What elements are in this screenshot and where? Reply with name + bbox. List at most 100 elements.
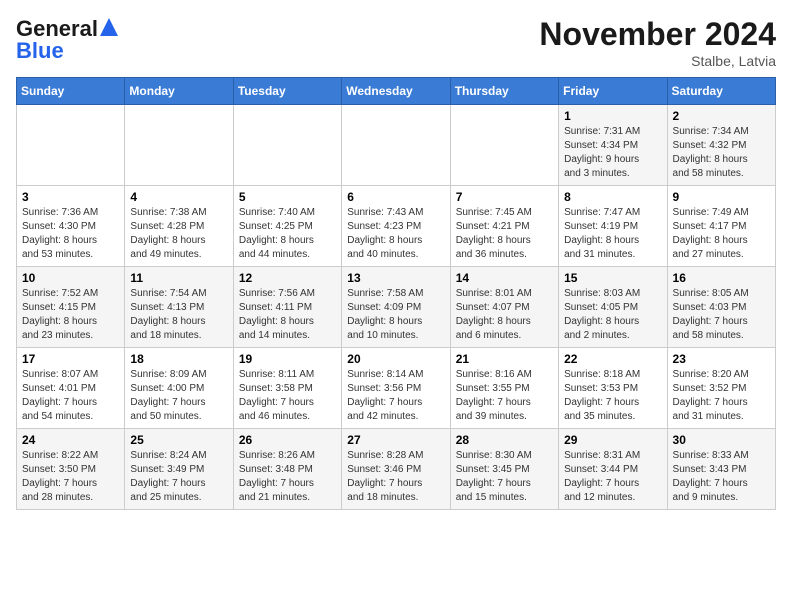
day-info: Sunrise: 8:03 AM Sunset: 4:05 PM Dayligh… xyxy=(564,287,661,343)
day-number: 8 xyxy=(564,190,661,204)
month-title: November 2024 xyxy=(539,16,776,53)
day-info: Sunrise: 8:24 AM Sunset: 3:49 PM Dayligh… xyxy=(130,449,227,505)
weekday-header-tuesday: Tuesday xyxy=(233,78,341,105)
day-number: 23 xyxy=(673,352,770,366)
calendar-day-15: 15 Sunrise: 8:03 AM Sunset: 4:05 PM Dayli… xyxy=(559,267,667,348)
day-info: Sunrise: 8:09 AM Sunset: 4:00 PM Dayligh… xyxy=(130,368,227,424)
calendar-day-12: 12 Sunrise: 7:56 AM Sunset: 4:11 PM Dayli… xyxy=(233,267,341,348)
page-header: General Blue November 2024 Stalbe, Latvi… xyxy=(16,16,776,69)
day-number: 17 xyxy=(22,352,119,366)
calendar-week-row: 17Sunrise: 8:07 AM Sunset: 4:01 PM Dayli… xyxy=(17,348,776,429)
weekday-header-saturday: Saturday xyxy=(667,78,775,105)
calendar-day-21: 21Sunrise: 8:16 AM Sunset: 3:55 PM Dayli… xyxy=(450,348,558,429)
day-number: 3 xyxy=(22,190,119,204)
calendar-day-10: 10Sunrise: 7:52 AM Sunset: 4:15 PM Dayli… xyxy=(17,267,125,348)
day-info: Sunrise: 8:14 AM Sunset: 3:56 PM Dayligh… xyxy=(347,368,444,424)
day-number: 14 xyxy=(456,271,553,285)
day-info: Sunrise: 7:31 AM Sunset: 4:34 PM Dayligh… xyxy=(564,125,661,181)
day-number: 5 xyxy=(239,190,336,204)
calendar-day-1: 1 Sunrise: 7:31 AM Sunset: 4:34 PM Daylig… xyxy=(559,105,667,186)
day-number: 2 xyxy=(673,109,770,123)
calendar-day-9: 9 Sunrise: 7:49 AM Sunset: 4:17 PM Daylig… xyxy=(667,186,775,267)
day-number: 18 xyxy=(130,352,227,366)
day-number: 6 xyxy=(347,190,444,204)
calendar-week-row: 3 Sunrise: 7:36 AM Sunset: 4:30 PM Daylig… xyxy=(17,186,776,267)
day-info: Sunrise: 8:26 AM Sunset: 3:48 PM Dayligh… xyxy=(239,449,336,505)
calendar-empty-cell xyxy=(125,105,233,186)
calendar-day-29: 29 Sunrise: 8:31 AM Sunset: 3:44 PM Dayli… xyxy=(559,429,667,510)
calendar-empty-cell xyxy=(342,105,450,186)
calendar-day-13: 13Sunrise: 7:58 AM Sunset: 4:09 PM Dayli… xyxy=(342,267,450,348)
calendar-day-14: 14 Sunrise: 8:01 AM Sunset: 4:07 PM Dayli… xyxy=(450,267,558,348)
day-info: Sunrise: 7:34 AM Sunset: 4:32 PM Dayligh… xyxy=(673,125,770,181)
day-number: 4 xyxy=(130,190,227,204)
calendar-day-17: 17Sunrise: 8:07 AM Sunset: 4:01 PM Dayli… xyxy=(17,348,125,429)
calendar-day-11: 11Sunrise: 7:54 AM Sunset: 4:13 PM Dayli… xyxy=(125,267,233,348)
day-info: Sunrise: 7:36 AM Sunset: 4:30 PM Dayligh… xyxy=(22,206,119,262)
day-number: 16 xyxy=(673,271,770,285)
calendar-day-16: 16Sunrise: 8:05 AM Sunset: 4:03 PM Dayli… xyxy=(667,267,775,348)
calendar-body: 1 Sunrise: 7:31 AM Sunset: 4:34 PM Daylig… xyxy=(17,105,776,510)
day-number: 19 xyxy=(239,352,336,366)
calendar-day-25: 25 Sunrise: 8:24 AM Sunset: 3:49 PM Dayli… xyxy=(125,429,233,510)
day-info: Sunrise: 8:22 AM Sunset: 3:50 PM Dayligh… xyxy=(22,449,119,505)
calendar-week-row: 1 Sunrise: 7:31 AM Sunset: 4:34 PM Daylig… xyxy=(17,105,776,186)
day-info: Sunrise: 7:49 AM Sunset: 4:17 PM Dayligh… xyxy=(673,206,770,262)
weekday-header-row: SundayMondayTuesdayWednesdayThursdayFrid… xyxy=(17,78,776,105)
weekday-header-wednesday: Wednesday xyxy=(342,78,450,105)
day-info: Sunrise: 7:58 AM Sunset: 4:09 PM Dayligh… xyxy=(347,287,444,343)
weekday-header-friday: Friday xyxy=(559,78,667,105)
calendar-empty-cell xyxy=(17,105,125,186)
day-number: 25 xyxy=(130,433,227,447)
calendar-day-5: 5 Sunrise: 7:40 AM Sunset: 4:25 PM Daylig… xyxy=(233,186,341,267)
calendar-day-7: 7Sunrise: 7:45 AM Sunset: 4:21 PM Daylig… xyxy=(450,186,558,267)
calendar-day-8: 8 Sunrise: 7:47 AM Sunset: 4:19 PM Daylig… xyxy=(559,186,667,267)
day-info: Sunrise: 8:20 AM Sunset: 3:52 PM Dayligh… xyxy=(673,368,770,424)
calendar-day-24: 24 Sunrise: 8:22 AM Sunset: 3:50 PM Dayli… xyxy=(17,429,125,510)
day-number: 1 xyxy=(564,109,661,123)
calendar-week-row: 24 Sunrise: 8:22 AM Sunset: 3:50 PM Dayli… xyxy=(17,429,776,510)
day-number: 24 xyxy=(22,433,119,447)
calendar-day-6: 6 Sunrise: 7:43 AM Sunset: 4:23 PM Daylig… xyxy=(342,186,450,267)
day-info: Sunrise: 8:28 AM Sunset: 3:46 PM Dayligh… xyxy=(347,449,444,505)
day-number: 22 xyxy=(564,352,661,366)
day-number: 9 xyxy=(673,190,770,204)
day-info: Sunrise: 8:30 AM Sunset: 3:45 PM Dayligh… xyxy=(456,449,553,505)
day-number: 21 xyxy=(456,352,553,366)
day-info: Sunrise: 7:43 AM Sunset: 4:23 PM Dayligh… xyxy=(347,206,444,262)
day-info: Sunrise: 7:40 AM Sunset: 4:25 PM Dayligh… xyxy=(239,206,336,262)
weekday-header-sunday: Sunday xyxy=(17,78,125,105)
location-subtitle: Stalbe, Latvia xyxy=(539,53,776,69)
calendar-week-row: 10Sunrise: 7:52 AM Sunset: 4:15 PM Dayli… xyxy=(17,267,776,348)
calendar-table: SundayMondayTuesdayWednesdayThursdayFrid… xyxy=(16,77,776,510)
logo: General Blue xyxy=(16,16,118,64)
calendar-day-26: 26Sunrise: 8:26 AM Sunset: 3:48 PM Dayli… xyxy=(233,429,341,510)
day-info: Sunrise: 8:33 AM Sunset: 3:43 PM Dayligh… xyxy=(673,449,770,505)
day-number: 7 xyxy=(456,190,553,204)
day-number: 11 xyxy=(130,271,227,285)
day-info: Sunrise: 8:11 AM Sunset: 3:58 PM Dayligh… xyxy=(239,368,336,424)
day-info: Sunrise: 7:56 AM Sunset: 4:11 PM Dayligh… xyxy=(239,287,336,343)
day-number: 12 xyxy=(239,271,336,285)
calendar-day-22: 22 Sunrise: 8:18 AM Sunset: 3:53 PM Dayli… xyxy=(559,348,667,429)
day-info: Sunrise: 8:01 AM Sunset: 4:07 PM Dayligh… xyxy=(456,287,553,343)
day-number: 15 xyxy=(564,271,661,285)
day-number: 20 xyxy=(347,352,444,366)
calendar-day-3: 3 Sunrise: 7:36 AM Sunset: 4:30 PM Daylig… xyxy=(17,186,125,267)
calendar-empty-cell xyxy=(450,105,558,186)
title-area: November 2024 Stalbe, Latvia xyxy=(539,16,776,69)
calendar-day-28: 28 Sunrise: 8:30 AM Sunset: 3:45 PM Dayli… xyxy=(450,429,558,510)
calendar-empty-cell xyxy=(233,105,341,186)
calendar-day-2: 2 Sunrise: 7:34 AM Sunset: 4:32 PM Daylig… xyxy=(667,105,775,186)
calendar-day-23: 23 Sunrise: 8:20 AM Sunset: 3:52 PM Dayli… xyxy=(667,348,775,429)
weekday-header-thursday: Thursday xyxy=(450,78,558,105)
day-info: Sunrise: 7:52 AM Sunset: 4:15 PM Dayligh… xyxy=(22,287,119,343)
day-number: 29 xyxy=(564,433,661,447)
day-info: Sunrise: 7:38 AM Sunset: 4:28 PM Dayligh… xyxy=(130,206,227,262)
day-info: Sunrise: 7:47 AM Sunset: 4:19 PM Dayligh… xyxy=(564,206,661,262)
day-info: Sunrise: 8:18 AM Sunset: 3:53 PM Dayligh… xyxy=(564,368,661,424)
day-number: 28 xyxy=(456,433,553,447)
calendar-header: SundayMondayTuesdayWednesdayThursdayFrid… xyxy=(17,78,776,105)
day-info: Sunrise: 8:31 AM Sunset: 3:44 PM Dayligh… xyxy=(564,449,661,505)
calendar-day-18: 18 Sunrise: 8:09 AM Sunset: 4:00 PM Dayli… xyxy=(125,348,233,429)
